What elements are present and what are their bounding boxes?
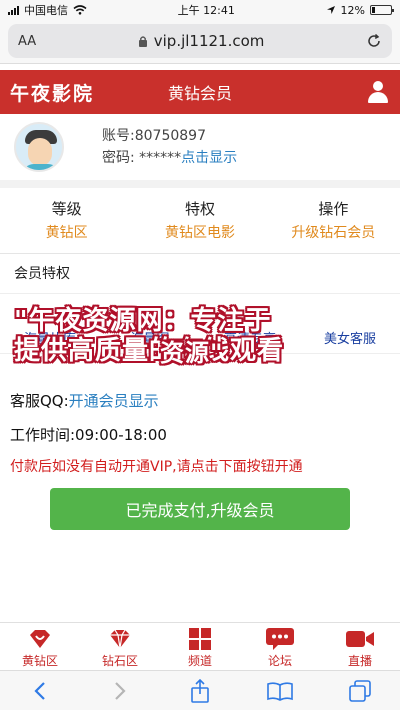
site-logo[interactable]: 午夜影院 (10, 79, 94, 106)
service-info: 客服QQ:开通会员显示 工作时间:09:00-18:00 (0, 384, 400, 452)
qq-label: 客服QQ: (10, 392, 69, 410)
chat-icon (266, 628, 294, 650)
grid-icon (189, 628, 211, 650)
upgrade-diamond-link[interactable]: 升级钻石会员 (267, 222, 400, 242)
location-icon (326, 6, 335, 14)
account-number: 账号:80750897 (102, 128, 206, 144)
camera-icon (346, 631, 374, 647)
battery-percent: 12% (340, 3, 365, 17)
back-icon[interactable] (25, 677, 55, 705)
nav-label: 频道 (187, 654, 212, 668)
nav-item-channels[interactable]: 频道 (160, 623, 240, 670)
bookmarks-icon[interactable] (265, 677, 295, 705)
nav-item-forum[interactable]: 论坛 (240, 623, 320, 670)
nav-label: 论坛 (267, 654, 292, 668)
nav-label: 钻石区 (101, 654, 138, 668)
column-header: 等级 (51, 200, 82, 218)
privileges-list: 海量片库 海量图 高清专享 美女客服 (0, 294, 400, 354)
action-column: 操作 升级钻石会员 (267, 188, 400, 253)
bottom-nav: 黄钻区 钻石区 频道 论坛 直播 (0, 622, 400, 670)
password-masked: 密码: ****** (102, 150, 182, 166)
column-value: 黄钻区 (45, 225, 88, 241)
payment-warning: 付款后如没有自动开通VIP,请点击下面按钮开通 (10, 459, 303, 475)
wifi-icon (73, 5, 87, 15)
browser-toolbar (0, 670, 400, 710)
lock-icon (138, 36, 147, 47)
address-bar[interactable]: AA vip.jl1121.com (8, 24, 392, 58)
status-bar: 中国电信 上午 12:41 12% (0, 0, 400, 20)
nav-label: 黄钻区 (21, 654, 58, 668)
clock: 上午 12:41 (177, 4, 235, 17)
column-value: 黄钻区电影 (164, 225, 235, 241)
account-panel: 账号:80750897 密码: ******点击显示 (0, 114, 400, 188)
url-text[interactable]: vip.jl1121.com (154, 32, 265, 50)
grade-column: 等级 黄钻区 (0, 188, 133, 253)
nav-item-diamond[interactable]: 钻石区 (80, 623, 160, 670)
privileges-title: 会员特权 (0, 254, 400, 294)
carrier-label: 中国电信 (24, 4, 68, 17)
membership-table: 等级 黄钻区 特权 黄钻区电影 操作 升级钻石会员 (0, 188, 400, 254)
privilege-item: 海量图 (130, 332, 170, 347)
nav-label: 直播 (347, 654, 372, 668)
privilege-item: 海量片库 (23, 332, 76, 347)
show-password-link[interactable]: 点击显示 (181, 150, 237, 166)
signal-icon (8, 5, 19, 15)
column-header: 特权 (184, 200, 215, 218)
site-header: 午夜影院 黄钻会员 (0, 70, 400, 114)
qq-link[interactable]: 开通会员显示 (69, 392, 159, 410)
upgrade-button[interactable]: 已完成支付,升级会员 (50, 488, 350, 530)
work-hours: 工作时间:09:00-18:00 (10, 426, 167, 444)
reload-icon[interactable] (366, 33, 382, 49)
text-size-button[interactable]: AA (18, 34, 36, 49)
privilege-column: 特权 黄钻区电影 (133, 188, 266, 253)
browser-address-area: AA vip.jl1121.com (0, 20, 400, 64)
battery-icon (370, 5, 394, 15)
nav-item-live[interactable]: 直播 (320, 623, 400, 670)
avatar (14, 122, 64, 172)
diamond-heart-icon (30, 630, 50, 648)
diamond-icon (110, 629, 130, 649)
privilege-item: 高清专享 (223, 332, 276, 347)
user-icon[interactable] (366, 80, 390, 104)
nav-item-yellow-diamond[interactable]: 黄钻区 (0, 623, 80, 670)
forward-icon[interactable] (105, 677, 135, 705)
column-header: 操作 (318, 200, 349, 218)
tabs-icon[interactable] (345, 677, 375, 705)
privilege-item: 美女客服 (323, 332, 376, 347)
share-icon[interactable] (185, 677, 215, 705)
